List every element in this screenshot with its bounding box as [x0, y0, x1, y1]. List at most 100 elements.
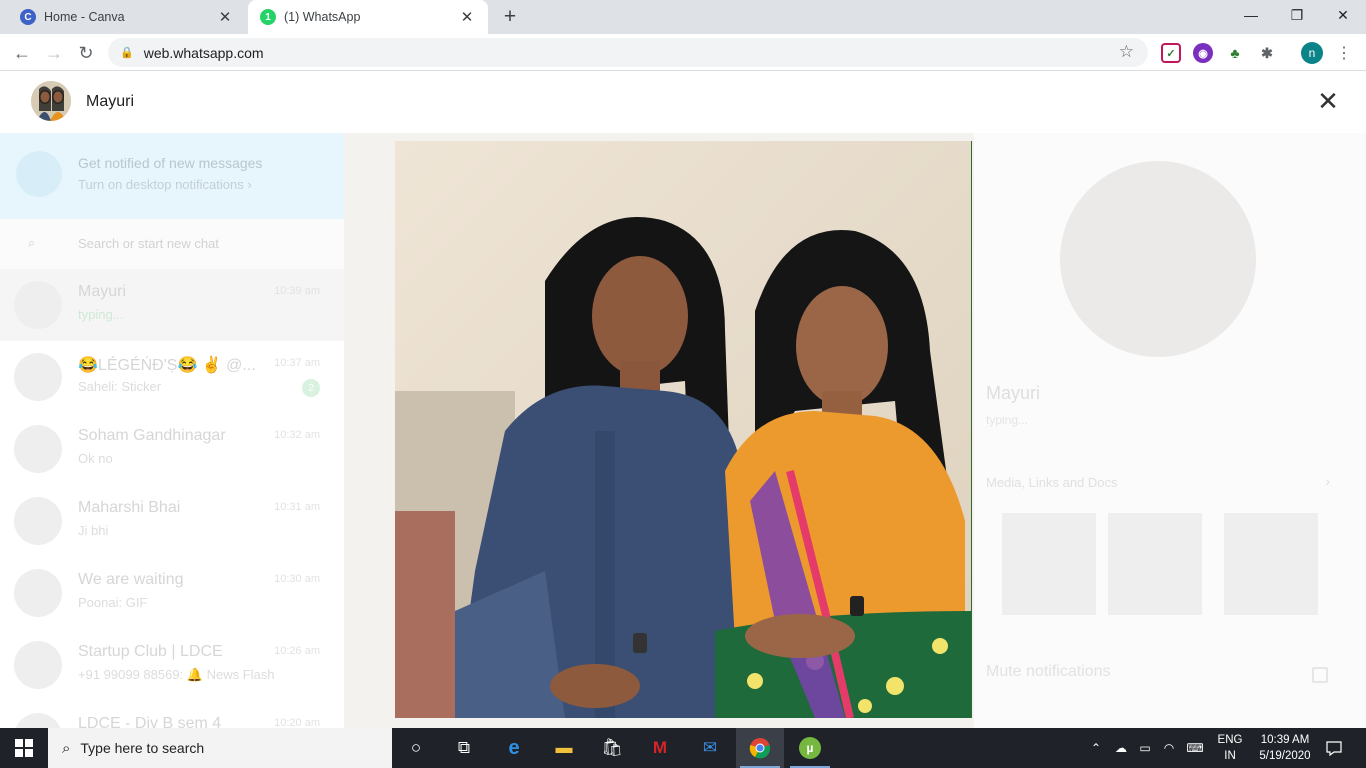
- canva-favicon-icon: C: [20, 9, 36, 25]
- system-clock[interactable]: 10:39 AM 5/19/2020: [1252, 732, 1318, 764]
- input-language[interactable]: ENG IN: [1212, 732, 1248, 764]
- language-code: ENG: [1217, 734, 1243, 746]
- close-tab-icon[interactable]: ✕: [216, 8, 234, 26]
- chat-list-item[interactable]: We are waiting 10:30 am Poonai: GIF: [0, 557, 344, 629]
- region-code: IN: [1224, 750, 1236, 762]
- chat-list-item[interactable]: Startup Club | LDCE 10:26 am +91 99099 8…: [0, 629, 344, 701]
- extension-bug-icon[interactable]: ✱: [1257, 43, 1277, 63]
- chat-name: We are waiting: [78, 571, 184, 588]
- contact-info-name: Mayuri: [986, 383, 1041, 403]
- notification-title: Get notified of new messages: [78, 155, 263, 171]
- search-icon: ⌕: [28, 235, 36, 250]
- chat-name: 😂LÉGÉŃĐ'Ṣ😂 ✌ @...: [78, 357, 256, 374]
- media-viewer-header: Mayuri ✕: [0, 71, 1366, 133]
- extension-purple-icon[interactable]: ◉: [1193, 43, 1213, 63]
- forward-button[interactable]: →: [40, 39, 68, 67]
- onedrive-cloud-icon[interactable]: ☁: [1110, 728, 1132, 768]
- chat-time: 10:26 am: [274, 645, 320, 657]
- chat-list-item[interactable]: Mayuri 10:39 am typing...: [0, 269, 344, 341]
- chat-preview: Saheli: Sticker: [78, 379, 162, 394]
- browser-toolbar: ← → ↻ 🔒 web.whatsapp.com ☆ ✓ ◉ ♣ ✱ n ⋮: [0, 34, 1366, 71]
- chat-time: 10:20 am: [274, 717, 320, 728]
- close-viewer-icon[interactable]: ✕: [1314, 85, 1342, 117]
- restore-button[interactable]: ❐: [1274, 0, 1320, 30]
- new-tab-button[interactable]: +: [498, 5, 522, 29]
- tab-title: Home - Canva: [44, 10, 125, 24]
- tab-whatsapp[interactable]: 1 (1) WhatsApp ✕: [248, 0, 488, 34]
- url-text: web.whatsapp.com: [143, 44, 264, 61]
- address-bar[interactable]: 🔒 web.whatsapp.com ☆: [108, 38, 1148, 67]
- close-tab-icon[interactable]: ✕: [458, 8, 476, 26]
- chat-name: Maharshi Bhai: [78, 499, 181, 516]
- task-view-icon[interactable]: ⧉: [440, 728, 488, 768]
- chat-list-item[interactable]: 😂LÉGÉŃĐ'Ṣ😂 ✌ @... 10:37 am Saheli: Stick…: [0, 341, 344, 413]
- utorrent-icon[interactable]: µ: [786, 728, 834, 768]
- extension-save-icon[interactable]: ✓: [1161, 43, 1181, 63]
- chat-preview: +91 99099 88569: 🔔 News Flash: [78, 667, 275, 682]
- store-icon[interactable]: 🛍: [588, 728, 636, 768]
- avatar[interactable]: [31, 81, 71, 121]
- tab-canva[interactable]: C Home - Canva ✕: [8, 0, 246, 34]
- chat-name: Mayuri: [78, 283, 127, 300]
- chevron-right-icon[interactable]: ›: [1325, 473, 1330, 489]
- media-thumbnail[interactable]: [1002, 513, 1096, 615]
- media-thumbnail[interactable]: [1108, 513, 1202, 615]
- chat-time: 10:32 am: [274, 429, 320, 441]
- browser-menu-icon[interactable]: ⋮: [1336, 42, 1352, 64]
- mail-icon[interactable]: ✉: [686, 728, 734, 768]
- keyboard-icon[interactable]: ⌨: [1182, 728, 1208, 768]
- notification-banner[interactable]: Get notified of new messages Turn on des…: [0, 131, 344, 219]
- notification-subtitle[interactable]: Turn on desktop notifications ›: [78, 177, 252, 192]
- lock-icon: 🔒: [120, 47, 134, 59]
- action-center-icon[interactable]: [1320, 728, 1348, 768]
- battery-icon[interactable]: ▭: [1134, 728, 1156, 768]
- edge-icon[interactable]: e: [490, 728, 538, 768]
- minimize-button[interactable]: —: [1228, 0, 1274, 30]
- file-explorer-icon[interactable]: ▬: [540, 728, 588, 768]
- search-icon: ⌕: [62, 739, 71, 757]
- chevron-up-icon[interactable]: ⌃: [1086, 728, 1106, 768]
- chat-preview: Poonai: GIF: [78, 595, 148, 610]
- reload-button[interactable]: ↻: [72, 39, 100, 67]
- profile-avatar[interactable]: n: [1301, 42, 1323, 64]
- viewer-contact-name: Mayuri: [86, 93, 135, 110]
- profile-photo: [395, 141, 972, 718]
- taskbar-search-box[interactable]: ⌕ Type here to search: [48, 728, 392, 768]
- chat-list-item[interactable]: Soham Gandhinagar 10:32 am Ok no: [0, 413, 344, 485]
- back-button[interactable]: ←: [8, 39, 36, 67]
- media-links-docs-label[interactable]: Media, Links and Docs: [986, 475, 1118, 490]
- chat-preview: Ok no: [78, 451, 113, 466]
- chat-search[interactable]: ⌕ Search or start new chat: [0, 219, 344, 269]
- avatar: [14, 713, 62, 728]
- extension-tree-icon[interactable]: ♣: [1225, 43, 1245, 63]
- contact-info-panel: Mayuri typing... Media, Links and Docs ›…: [974, 71, 1366, 728]
- close-window-button[interactable]: ✕: [1320, 0, 1366, 30]
- chrome-icon[interactable]: [736, 728, 784, 768]
- mcafee-icon[interactable]: M: [636, 728, 684, 768]
- bookmark-star-icon[interactable]: ☆: [1119, 42, 1134, 62]
- cortana-icon[interactable]: ○: [392, 728, 440, 768]
- chat-name: Startup Club | LDCE: [78, 643, 223, 660]
- chat-name: Soham Gandhinagar: [78, 427, 226, 444]
- mute-notifications-checkbox[interactable]: [1312, 667, 1328, 683]
- chat-time: 10:39 am: [274, 285, 320, 297]
- unread-badge: 2: [302, 379, 320, 397]
- avatar: [14, 569, 62, 617]
- whatsapp-favicon-icon: 1: [260, 9, 276, 25]
- media-thumbnail[interactable]: [1224, 513, 1318, 615]
- contact-info-avatar: [1060, 161, 1256, 357]
- tab-title: (1) WhatsApp: [284, 10, 361, 24]
- avatar: [14, 425, 62, 473]
- clock-date: 5/19/2020: [1259, 750, 1311, 762]
- avatar: [14, 641, 62, 689]
- mute-notifications-label: Mute notifications: [986, 663, 1111, 680]
- wifi-icon[interactable]: ◠: [1158, 728, 1180, 768]
- taskbar-search-placeholder: Type here to search: [80, 740, 205, 756]
- clock-time: 10:39 AM: [1260, 734, 1310, 746]
- windows-taskbar: ⌕ Type here to search ○ ⧉ e ▬ 🛍 M ✉ µ ⌃ …: [0, 728, 1366, 768]
- chat-name: LDCE - Div B sem 4: [78, 715, 222, 728]
- chat-list-item[interactable]: Maharshi Bhai 10:31 am Ji bhi: [0, 485, 344, 557]
- windows-start-button[interactable]: [0, 728, 48, 768]
- chat-preview: typing...: [78, 307, 124, 322]
- chat-list-item[interactable]: LDCE - Div B sem 4 10:20 am: [0, 701, 344, 728]
